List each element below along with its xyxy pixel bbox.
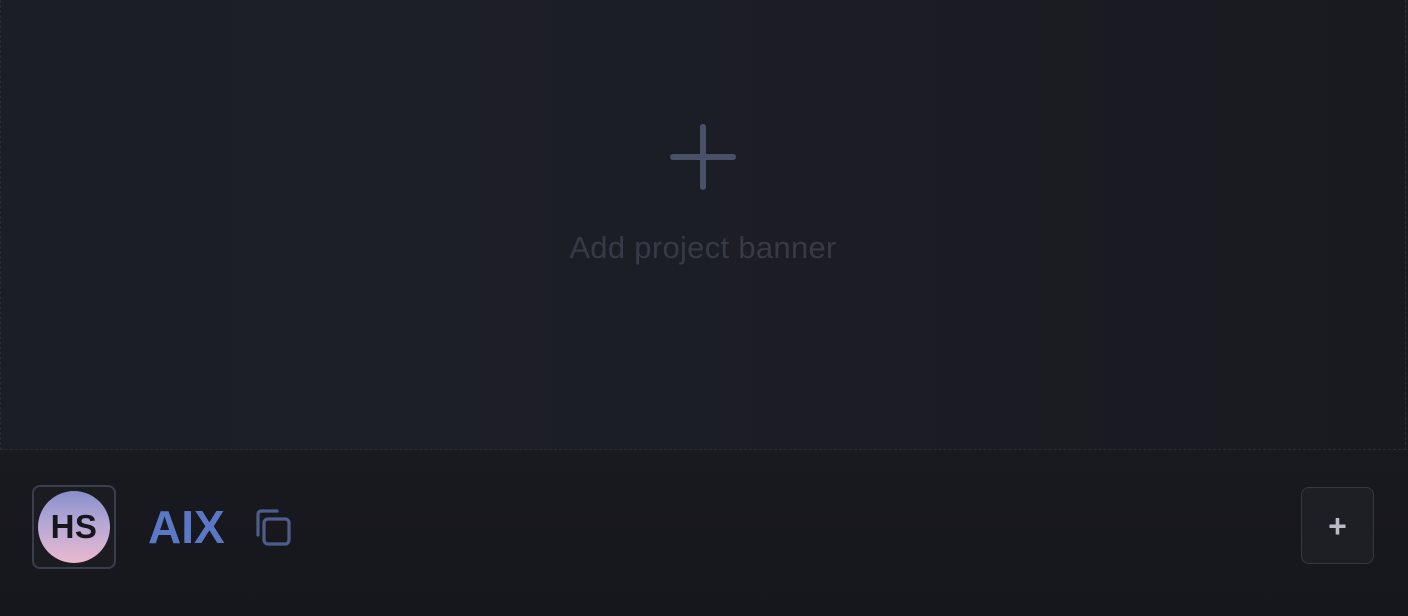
plus-icon: + [1328, 507, 1347, 544]
project-avatar-button[interactable]: HS [32, 485, 116, 569]
add-project-banner-area[interactable]: Add project banner [0, 0, 1406, 450]
avatar: HS [38, 491, 110, 563]
plus-icon [670, 123, 736, 190]
copy-icon[interactable] [250, 506, 294, 550]
project-title: AIX [148, 501, 225, 553]
add-project-banner-label: Add project banner [569, 229, 837, 265]
project-header: HS AIX + [0, 452, 1408, 616]
project-page: Add project banner HS AIX + [0, 0, 1408, 616]
add-button[interactable]: + [1301, 487, 1374, 564]
